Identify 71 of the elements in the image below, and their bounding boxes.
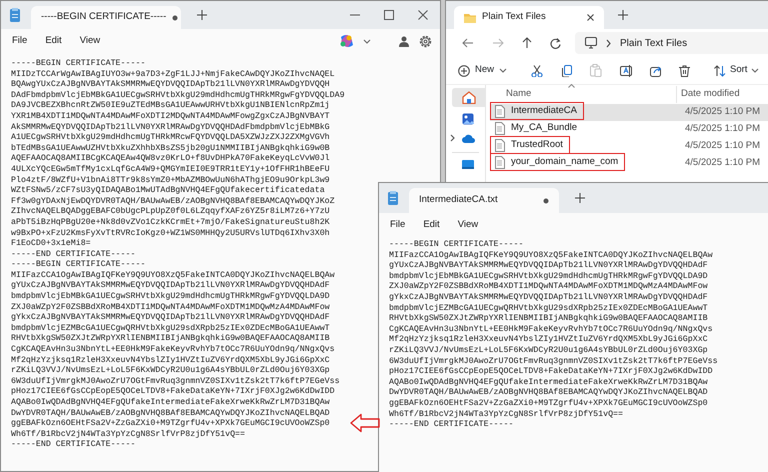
address-bar[interactable]: Plain Text Files (575, 32, 768, 54)
menu-item[interactable]: Edit (416, 214, 447, 236)
tab-title: Plain Text Files (482, 10, 547, 24)
document-text[interactable]: -----BEGIN CERTIFICATE----- MIIFazCCA1OgAwIBAgIQFKeY9Q9UYO8XzQ5FakeINTCA0DQYJKoZIhvcNAQELBQAw gYUxCzAJBgNVBAYTAkSMMRMwEQYDVQQIDApTb21lLVN0YXRlMRAwDgYDVQQHDAdF bmdpbmVlcjEbMBkGA1UECgwSRHVtbXkgU29mdHdhcmUgTHRkMRgwFgYDVQQLDA9D ZXJ0aWZpY2F0ZSBBdXRoMB4XDTI1MDQwNTA4MDAwMFoXDTM1MDQwMzA4MDAwMFow gYkxCzAJBgNVBAYTAkSMMRMwEQYDVQQIDApTb21lLVN0YXRlMRAwDgYDVQQHDAdF bmdpbmVlcjEZMBcGA1UECgwQRHVtbXkgU29sdXRpb25zIEx0ZDEcMBoGA1UEAwwT RHVtbXkgSW50ZXJtZWRpYXRlIENBMIIBIjANBgkqhkiG9w0BAQEFAAOCAQ8AMIIB CgKCAQEAvHn3u3NbnYtL+EE0HkM9FakeKeyvRvhYb7tOCc7R6UuYOdn9q/NNgxQvs Mf2qHzYzjksq1RzleH3XxeuvN4YbslZIy1HVZtIuZV6YrdQXM5XbL9yJGi6GpXxC rZKiLQ3VVJ/NvUmsEzL+LoL5F6KxWDCyR2U0u1g6A4sYBbUL0rZLd0Ouj6Y03XGp 6W3duUfIjVmrgkMJ0AwoZrU7OGtFmvRuq3gnmnVZ0SIXv1tZsk2tT7k6ftP7EGeVss pHoz17CIEE6fGsCCpEopE5QOCeLTDV8+FakeDataKeYN+7IXrjF0XJg2w6KdDwIDD AQABo0IwQDAdBgNVHQ4EFgQUfakeIntermediateFakeXrweKkRwZrLM7D31BQAw DwYDVR0TAQH/BAUwAwEB/zAOBgNVHQ8BAf8EBAMCAQYwDQYJKoZIhvcNAQELBQAD ggEBAFkOzn6OEHtFSa2V+ZzGaZXi0+M9TZgrfU4v+XPXk7GEuMGCI9cUVOoWZSp0 Wh6Tf/B1RbcV2jN4WTa3YpYzCgN8SrlfVrP8zjDfY51vQ== -----END CERTIFICATE----- (389, 240, 718, 431)
chevron-down-icon (499, 67, 508, 74)
tab-title: IntermediateCA.txt (419, 193, 499, 208)
file-date: 4/5/2025 1:10 PM (684, 122, 760, 136)
close-tab-icon[interactable] (587, 14, 594, 21)
sort-caret-icon (568, 84, 575, 88)
settings-icon[interactable] (419, 34, 432, 48)
breadcrumb-chevron-icon (606, 38, 611, 48)
tab-title: -----BEGIN CERTIFICATE----- (41, 10, 166, 24)
new-tab-icon[interactable] (618, 10, 628, 20)
explorer-tab[interactable]: Plain Text Files (454, 6, 604, 29)
column-header[interactable]: Date modified (677, 87, 740, 102)
sort-icon (714, 64, 726, 76)
sort-button[interactable]: Sort (714, 63, 760, 78)
file-name: TrustedRoot (511, 138, 563, 152)
file-date: 4/5/2025 1:10 PM (684, 139, 760, 154)
computer-icon (585, 37, 597, 49)
file-name: IntermediateCA (511, 104, 578, 118)
gallery-icon[interactable] (462, 113, 474, 125)
column-header[interactable]: Name (486, 87, 676, 102)
menu-item[interactable]: View (72, 30, 108, 52)
share-icon[interactable] (650, 64, 662, 76)
breadcrumb-item[interactable]: Plain Text Files (620, 36, 688, 50)
file-name: your_domain_name_com (511, 155, 618, 170)
menu-item[interactable]: Edit (38, 30, 69, 52)
rename-icon[interactable] (620, 64, 632, 76)
pointer-arrow (350, 413, 380, 433)
file-date: 4/5/2025 1:10 PM (684, 105, 760, 120)
text-file-icon (495, 104, 505, 118)
new-tab-icon[interactable] (575, 193, 585, 203)
nav-item[interactable] (452, 88, 485, 107)
new-button[interactable]: New (458, 63, 508, 78)
document-text[interactable]: -----BEGIN CERTIFICATE----- MIIDzTCCArWgAwIBAgIUYO3w+9a7D3+ZgF1LJJ+NmjFakeCAwDQYJKoZIhvcNAQEL BQAwgYUxCzAJBgNVBAYTAkSMMRMwEQYDVQQIDApTb21lLVN0YXRlMRAwDgYDVQQH DAdFbmdpbmVlcjEbMBkGA1UECgwSRHVtbXkgU29mdHdhcmUgTHRkMRgwFgYDVQQLDA9 DA9JVCBEZXBhcnRtZW50IE9uZTEdMBsGA1UEAwwURHVtbXkgU1NBIENlcnRpZm1j YXR1MB4XDTI1MDQwNTA4MDAwMFoXDTI2MDQwNTA4MDAwMFowgZgxCzAJBgNVBAYT AkSMMRMwEQYDVQQIDApTb21lLVN0YXRlMRAwDgYDVQQHDAdFbmdpbmVlcjEbMBkG A1UECgwSRHVtbXkgU29mdHdhcmUgTHRkMRcwFQYDVQQLDA5XZWJzZXJ2ZXMgVGVh bTEdMBsGA1UEAwwUZHVtbXkuZXhhbXBsZS5jb20gU1NMMIIBIjANBgkqhkiG9w0B AQEFAAOCAQ8AMIIBCgKCAQEAw4QW8vz0KrLO+f8UvDHPkA70FakeKeyqLcVvW0Jl 4ULXcYQcEGw5mTfMy1cxLqfGcA4W9+QMGYmIEI0E9TRR1tEY1y+1OfFHR1hBEeFU Plo4ztF/8WZfU+V1bnAi8TTr9k8sYmZ0+MbAZMBOwUuN6hAThgjEO9u9OrkpL3w9 WZtFSNw5/zCF7sU3yQIDAQABo1MwUTAdBgNVHQ4EFgQUfakecertificatedata Ff3w0gYDAxNjEwDQYDVR0TAQH/BAUwAwEB/zAOBgNVHQ8BAf8EBAMCAQYwDQYJKoZ ZIhvcNAQELBQADggEBAFC0bUgcPLpUpZ0f0L6LZqqyfXAFz6YZ5r8iLM7z6+Y7zU aPbT5iBzHqPBgU20e+Nk8d0vZVo1CzkKCrmEt+7mjO/FakeSignatureuStu8h2K w9BxPO+xFzU2KmsFyXvTtRVRcIoKgz0+WZ1WS0MHHQy2U5URVslUTDq6IXhv3X0h F1EoCD0+3x1eMi8= -----END CERTIFICATE----- -----BEGIN CERTIFICATE----- MIIFazCCA1OgAwIBAgIQFKeY9Q9UYO8XzQ5FakeINTCA0DQYJKoZIhvcNAQELBQAw gYUxCzAJBgNVBAYTAkSMMRMwEQYDVQQIDApTb21lLVN0YXRlMRAwDgYDVQQHDAdF bmdpbmVlcjEbMBkGA1UECgwSRHVtbXkgU29mdHdhcmUgTHRkMRgwFgYDVQQLDA9D ZXJ0aWZpY2F0ZSBBdXRoMB4XDTI1MDQwNTA4MDAwMFoXDTM1MDQwMzA4MDAwMFow gYkxCzAJBgNVBAYTAkSMMRMwEQYDVQQIDApTb21lLVN0YXRlMRAwDgYDVQQHDAdF bmdpbmVlcjEZMBcGA1UECgwQRHVtbXkgU29sdXRpb25zIEx0ZDEcMBoGA1UEAwwT RHVtbXkgSW50ZXJtZWRpYXRlIENBMIIBIjANBgkqhkiG9w0BAQEFAAOCAQ8AMIIB CgKCAQEAvHn3u3NbnYtL+EE0HkM9FakeKeyvRvhYb7tOCc7R6UuYOdn9q/NNgxQvs Mf2qHzYzjksq1RzleH3XxeuvN4YbslZIy1HVZtIuZV6YrdQXM5XbL9yJGi6GpXxC rZKiLQ3VVJ/NvUmsEzL+LoL5F6KxWDCyR2U0u1g6A4sYBbUL0rZLd0Ouj6Y03XGp 6W3duUfIjVmrgkMJ0AwoZrU7OGtFmvRuq3gnmnVZ0SIXv1tZsk2tT7k6ftP7EGeVss pHoz17CIEE6fGsCCpEopE5QOCeLTDV8+FakeDataKeYN+7IXrjF0XJg2w6KdDwIDD AQABo0IwQDAdBgNVHQ4EFgQUfakeIntermediateFakeXrweKkRwZrLM7D31BQAw DwYDVR0TAQH/BAUwAwEB/zAOBgNVHQ8BAf8EBAMCAQYwDQYJKoZIhvcNAQELBQAD ggEBAFkOzn6OEHtFSa2V+ZzGaZXi0+M9TZgrfU4v+XPXk7GEuMGCI9cUVOoWZSp0 Wh6Tf/B1RbcV2jN4WTa3YpYzCgN8SrlfVrP8zjDfY51vQ== -----END CERTIFICATE----- (11, 59, 345, 451)
notepad-icon (387, 190, 399, 206)
expand-chevron-icon[interactable] (450, 134, 455, 142)
document-tab[interactable]: -----BEGIN CERTIFICATE----- (31, 6, 181, 29)
copilot-icon[interactable] (339, 34, 353, 48)
desktop-icon[interactable] (462, 160, 474, 168)
file-row[interactable]: your_domain_name_com 4/5/2025 1:10 PM (490, 155, 768, 172)
text-file-icon (495, 138, 505, 152)
refresh-icon[interactable] (550, 38, 561, 48)
text-file-icon (495, 156, 505, 169)
file-name: My_CA_Bundle (511, 121, 578, 136)
cloud-icon[interactable] (462, 132, 475, 144)
new-tab-icon[interactable] (197, 10, 207, 20)
plus-circle-icon (458, 64, 470, 76)
delete-icon[interactable] (679, 64, 690, 76)
cut-icon[interactable] (531, 64, 544, 76)
file-row[interactable]: TrustedRoot 4/5/2025 1:10 PM (490, 138, 768, 155)
chevron-down-icon (751, 67, 760, 74)
chevron-down-icon[interactable] (363, 38, 371, 44)
maximize-icon[interactable] (384, 10, 394, 20)
up-icon[interactable] (522, 37, 532, 49)
copy-icon[interactable] (561, 64, 572, 76)
folder-icon (464, 12, 476, 23)
document-tab[interactable]: IntermediateCA.txt (409, 188, 559, 213)
notepad-icon (9, 8, 21, 22)
file-row[interactable]: My_CA_Bundle 4/5/2025 1:10 PM (490, 121, 768, 138)
home-icon (462, 91, 476, 104)
file-date: 4/5/2025 1:10 PM (684, 156, 760, 170)
back-icon[interactable] (462, 38, 474, 48)
menu-item[interactable]: View (450, 214, 486, 236)
close-icon[interactable] (418, 10, 428, 20)
menu-item[interactable]: File (383, 214, 412, 236)
menu-item[interactable]: File (5, 30, 34, 52)
file-row[interactable]: IntermediateCA 4/5/2025 1:10 PM (490, 104, 768, 121)
text-file-icon (495, 122, 505, 135)
account-icon[interactable] (399, 36, 409, 46)
